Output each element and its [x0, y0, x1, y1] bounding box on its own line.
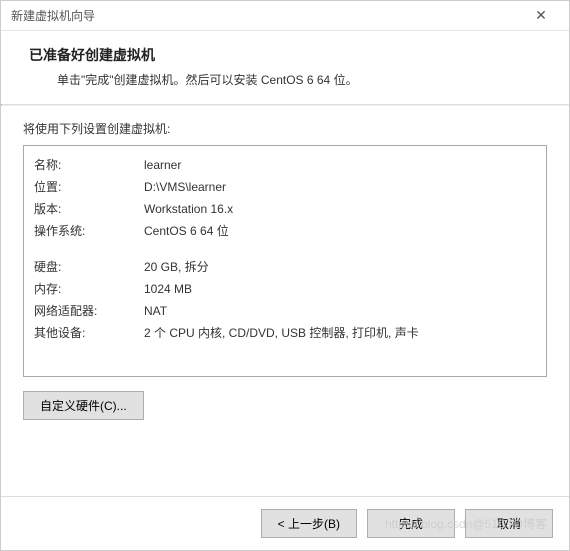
row-label: 内存:	[34, 278, 144, 300]
cancel-button[interactable]: 取消	[465, 509, 553, 538]
summary-row-version: 版本: Workstation 16.x	[34, 198, 536, 220]
page-subtitle: 单击"完成"创建虚拟机。然后可以安装 CentOS 6 64 位。	[57, 71, 547, 88]
titlebar: 新建虚拟机向导 ✕	[1, 1, 569, 31]
row-label: 网络适配器:	[34, 300, 144, 322]
row-label: 位置:	[34, 176, 144, 198]
row-value: NAT	[144, 300, 536, 322]
row-value: D:\VMS\learner	[144, 176, 536, 198]
row-value: 1024 MB	[144, 278, 536, 300]
customize-hardware-wrap: 自定义硬件(C)...	[23, 391, 547, 420]
close-icon: ✕	[535, 7, 547, 24]
summary-row-os: 操作系统: CentOS 6 64 位	[34, 220, 536, 242]
close-button[interactable]: ✕	[521, 2, 561, 30]
row-label: 硬盘:	[34, 256, 144, 278]
row-value: Workstation 16.x	[144, 198, 536, 220]
summary-row-memory: 内存: 1024 MB	[34, 278, 536, 300]
row-label: 其他设备:	[34, 322, 144, 344]
wizard-header: 已准备好创建虚拟机 单击"完成"创建虚拟机。然后可以安装 CentOS 6 64…	[1, 31, 569, 104]
row-value: 20 GB, 拆分	[144, 256, 536, 278]
wizard-footer: < 上一步(B) 完成 取消	[1, 496, 569, 550]
window-title: 新建虚拟机向导	[11, 7, 95, 24]
row-value: CentOS 6 64 位	[144, 220, 536, 242]
summary-row-disk: 硬盘: 20 GB, 拆分	[34, 256, 536, 278]
summary-row-network: 网络适配器: NAT	[34, 300, 536, 322]
row-value: 2 个 CPU 内核, CD/DVD, USB 控制器, 打印机, 声卡	[144, 322, 536, 344]
finish-button[interactable]: 完成	[367, 509, 455, 538]
main-content: 将使用下列设置创建虚拟机: 名称: learner 位置: D:\VMS\lea…	[1, 106, 569, 420]
settings-summary-box: 名称: learner 位置: D:\VMS\learner 版本: Works…	[23, 145, 547, 377]
back-button[interactable]: < 上一步(B)	[261, 509, 357, 538]
summary-row-location: 位置: D:\VMS\learner	[34, 176, 536, 198]
row-label: 名称:	[34, 154, 144, 176]
settings-section-label: 将使用下列设置创建虚拟机:	[23, 120, 547, 137]
row-value: learner	[144, 154, 536, 176]
customize-hardware-button[interactable]: 自定义硬件(C)...	[23, 391, 144, 420]
row-label: 版本:	[34, 198, 144, 220]
group-spacer	[34, 242, 536, 256]
row-label: 操作系统:	[34, 220, 144, 242]
summary-row-name: 名称: learner	[34, 154, 536, 176]
summary-row-other-devices: 其他设备: 2 个 CPU 内核, CD/DVD, USB 控制器, 打印机, …	[34, 322, 536, 344]
page-title: 已准备好创建虚拟机	[29, 45, 547, 65]
